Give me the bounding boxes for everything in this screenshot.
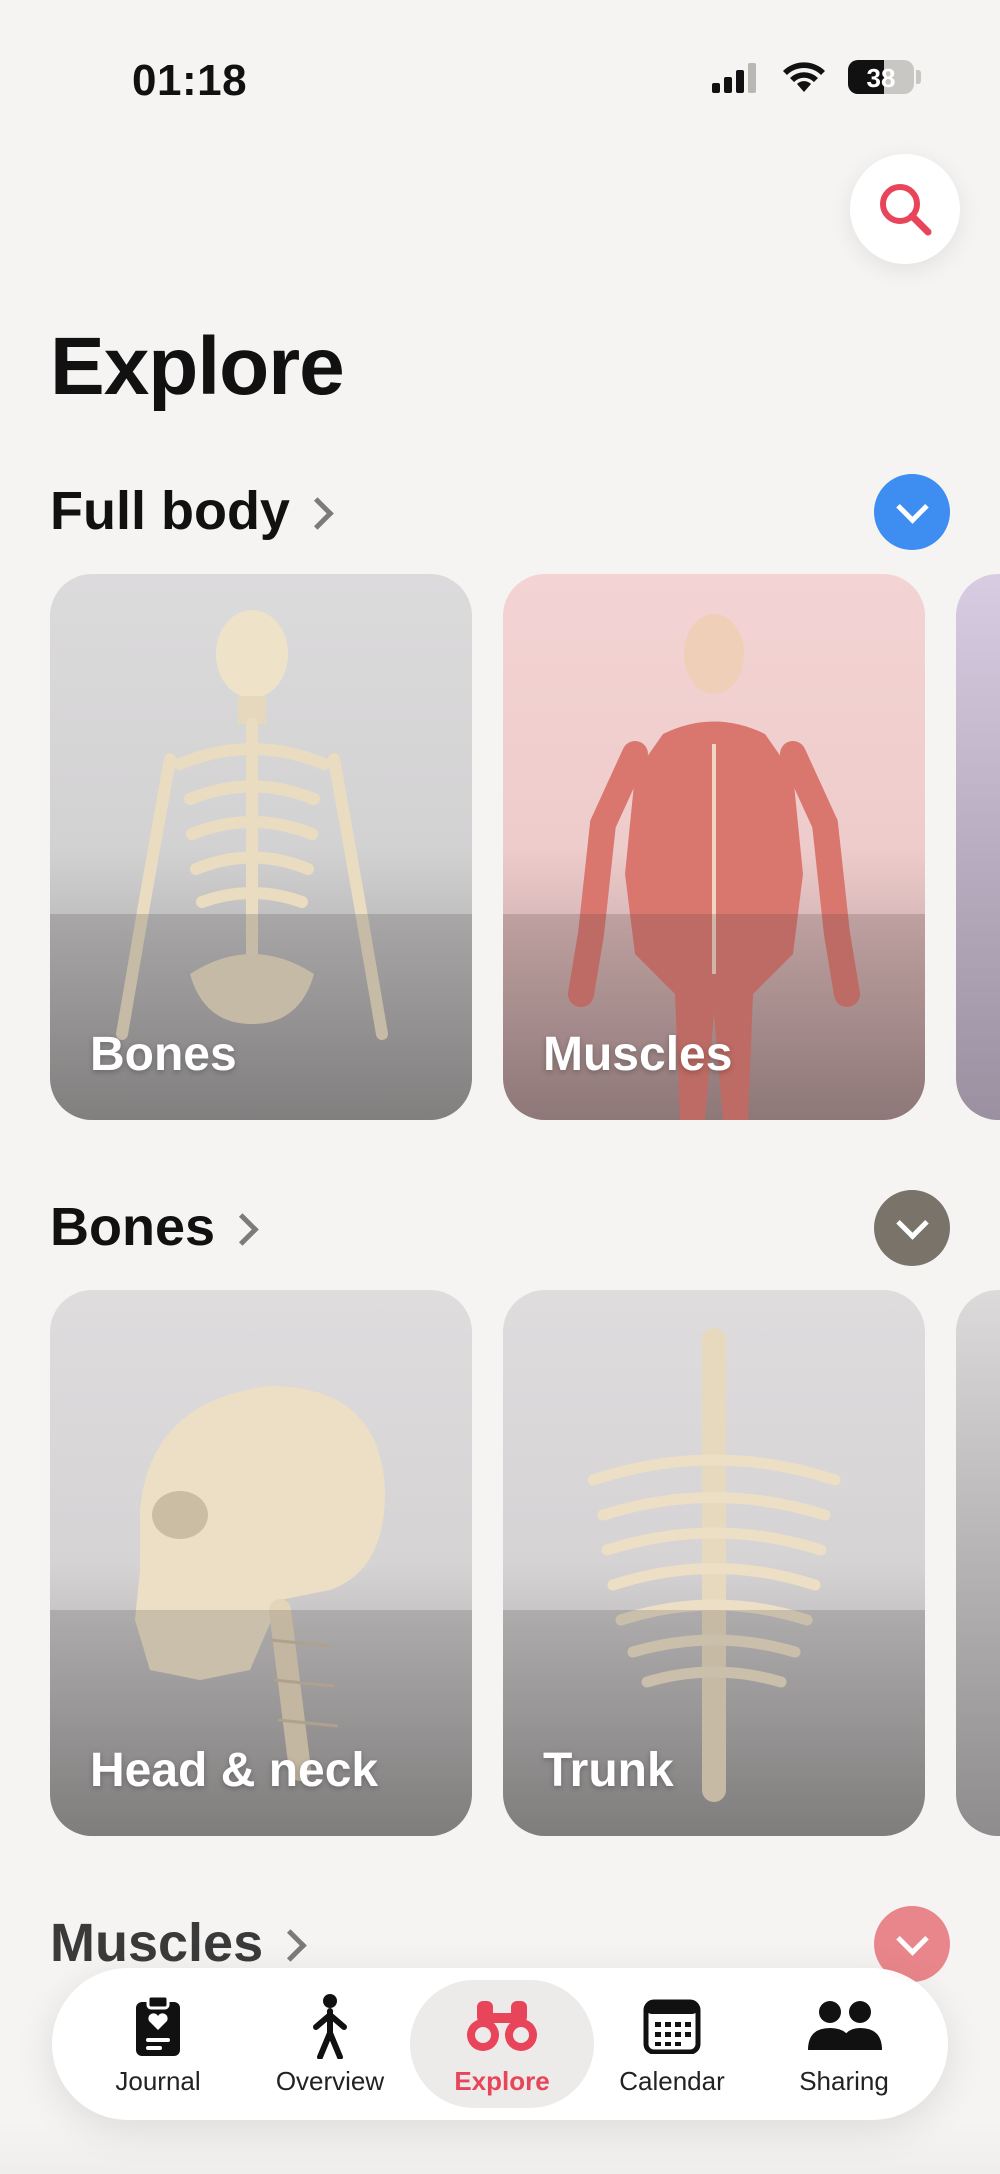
- card-label: Head & neck: [90, 1744, 379, 1797]
- chevron-down-icon: [895, 490, 929, 524]
- clipboard-heart-icon: [136, 1994, 180, 2056]
- card-bones[interactable]: Bones: [50, 574, 472, 1120]
- scrolled-content-edge: [0, 2120, 1000, 2174]
- tab-label: Calendar: [619, 2066, 725, 2096]
- section-title: Bones: [50, 1197, 216, 1257]
- status-icons: 38: [712, 60, 921, 94]
- chevron-right-icon: [301, 496, 334, 530]
- section-muscles-header[interactable]: Muscles: [50, 1912, 307, 1974]
- tab-label: Explore: [454, 2066, 550, 2096]
- tab-label: Journal: [115, 2066, 201, 2096]
- card-peek[interactable]: [956, 574, 1000, 1120]
- chevron-right-icon: [274, 1928, 307, 1962]
- battery-icon: 38: [848, 60, 914, 94]
- search-icon: [880, 184, 932, 236]
- tab-sharing[interactable]: Sharing: [758, 1980, 930, 2108]
- cellular-signal-icon: [712, 63, 756, 93]
- card-label: Muscles: [543, 1028, 733, 1081]
- tab-journal[interactable]: Journal: [72, 1980, 244, 2108]
- chevron-down-icon: [895, 1922, 929, 1956]
- tab-overview[interactable]: Overview: [244, 1980, 416, 2108]
- section-bones-header[interactable]: Bones: [50, 1196, 259, 1258]
- calendar-icon: [643, 1999, 701, 2054]
- tab-explore[interactable]: Explore: [410, 1980, 594, 2108]
- tab-label: Overview: [275, 2066, 385, 2096]
- wifi-icon: [783, 62, 825, 92]
- battery-level: 38: [866, 63, 896, 93]
- section-collapse-toggle[interactable]: [874, 474, 950, 550]
- section-full-body-header[interactable]: Full body: [50, 480, 334, 542]
- section-title: Muscles: [50, 1913, 264, 1973]
- card-trunk[interactable]: Trunk: [503, 1290, 925, 1836]
- card-label: Bones: [90, 1028, 237, 1081]
- section-title: Full body: [50, 481, 290, 541]
- tab-bar: Journal Overview Explore Calendar Sharin…: [52, 1968, 948, 2120]
- card-head-neck[interactable]: Head & neck: [50, 1290, 472, 1836]
- card-peek[interactable]: [956, 1290, 1000, 1836]
- card-muscles[interactable]: Muscles: [503, 574, 925, 1120]
- binoculars-icon: [467, 2001, 537, 2051]
- tab-calendar[interactable]: Calendar: [586, 1980, 758, 2108]
- status-time: 01:18: [132, 56, 248, 105]
- chevron-down-icon: [895, 1206, 929, 1240]
- chevron-right-icon: [226, 1212, 259, 1246]
- search-button[interactable]: [850, 154, 960, 264]
- card-label: Trunk: [543, 1744, 674, 1797]
- people-icon: [808, 2001, 882, 2050]
- tab-label: Sharing: [799, 2066, 889, 2096]
- person-walking-icon: [313, 1994, 347, 2059]
- section-collapse-toggle[interactable]: [874, 1190, 950, 1266]
- page-title: Explore: [50, 321, 345, 412]
